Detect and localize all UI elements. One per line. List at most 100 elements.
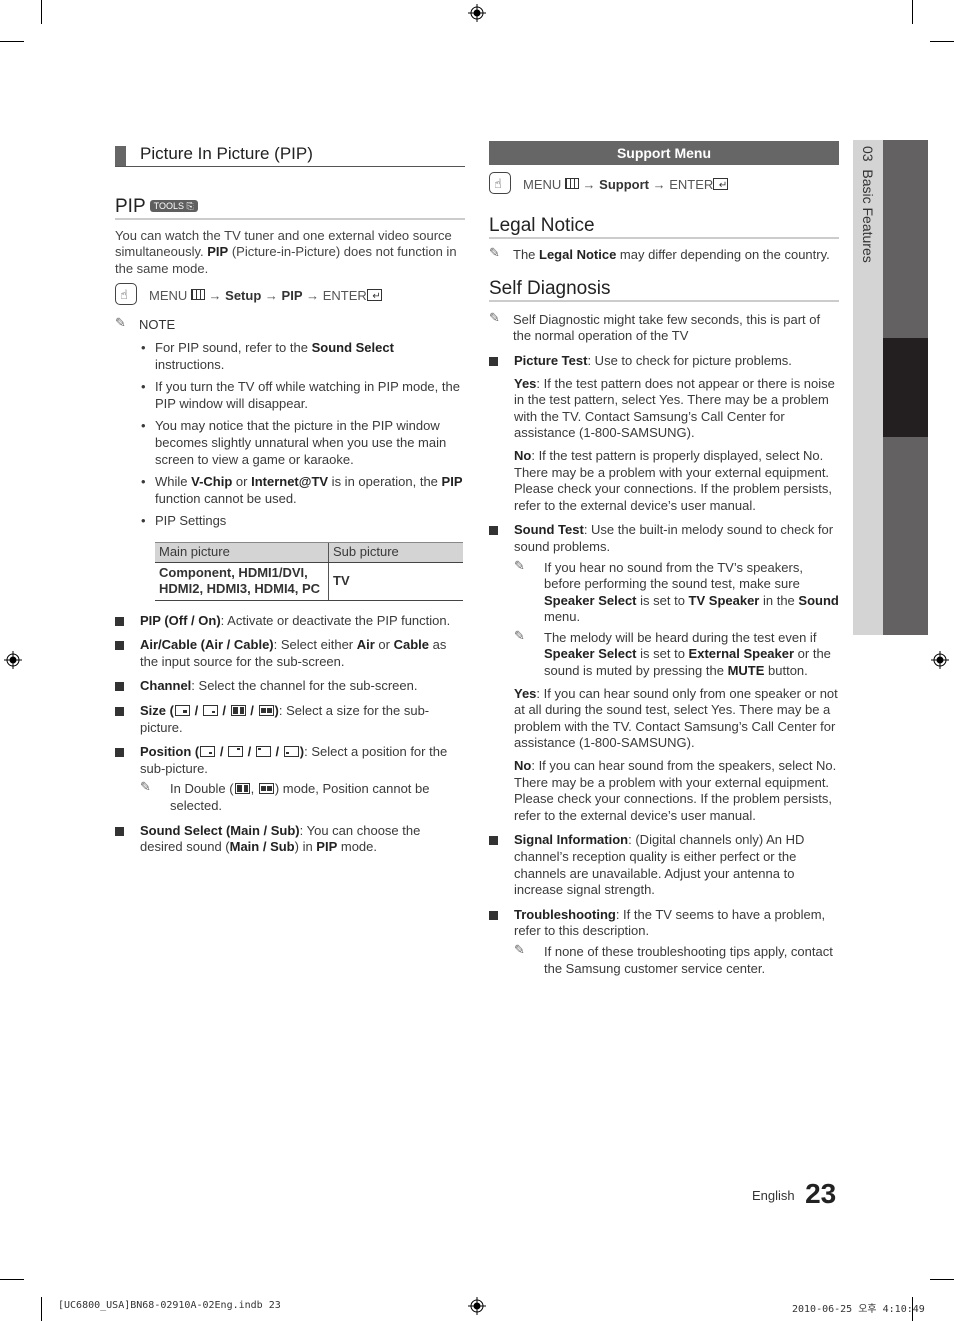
tools-badge: TOOLS ⎘ [149,200,198,212]
menu-step-support: Support [599,177,649,192]
note-heading: ✎ NOTE [115,316,465,334]
square-bullet-icon [115,707,124,717]
bold-term: External Speaker [688,646,795,662]
pos-bottom-right-icon [200,746,216,758]
arrow: → [208,288,222,304]
note-bullet-item: • If you turn the TV off while watching i… [141,379,460,411]
square-bullet-icon [489,526,498,536]
bold-term: TV Speaker [688,592,760,608]
bullet-dot: • [141,339,146,355]
print-timestamp: 2010-06-25 오후 4:10:49 [792,1304,925,1315]
bold-term: MUTE [727,663,765,679]
bold-term: Air/Cable (Air / Cable) [140,637,274,653]
bold-term: Main / Sub [229,839,295,855]
pip-settings-table: Main picture Sub picture Component, HDMI… [155,541,463,601]
table-cell: TV [328,562,463,601]
note-pencil-icon: ✎ [514,558,525,574]
registration-mark-icon [931,651,949,669]
bold-term: Legal Notice [539,246,617,262]
bold-term: Sound Select (Main / Sub) [140,822,300,838]
arrow: → [264,288,278,304]
option-note: ✎ In Double (, ) mode, Position cannot be… [140,780,430,814]
language-label: English [752,1188,795,1203]
menu-hand-icon [115,283,137,307]
square-bullet-icon [115,682,124,692]
page-number: 23 [805,1178,837,1209]
enter-icon [713,175,729,197]
self-diagnosis-note: ✎ Self Diagnostic might take few seconds… [489,311,839,345]
bold-term: Signal Information [514,832,629,848]
bold-term: Size ( [140,703,174,719]
self-note-text: Self Diagnostic might take few seconds, … [513,311,821,344]
menu-icon [564,178,579,189]
left-column: Picture In Picture (PIP) PIP TOOLS ⎘ You … [115,142,465,856]
section-marker [115,146,126,166]
chapter-tab-block [883,437,928,635]
option-item: Sound Test: Use the built-in melody soun… [489,522,839,555]
pip-heading: PIP TOOLS ⎘ [115,197,465,220]
bold-term: Sound Test [514,522,584,538]
option-detail: Yes: If the test pattern does not appear… [514,375,835,441]
chapter-label: 03 Basic Features [860,146,876,263]
bold-term: Speaker Select [544,646,637,662]
tools-label: TOOLS [153,201,184,211]
bold-term: ) [274,703,279,719]
table-header: Main picture [155,541,329,563]
bold-term: Channel [140,678,192,694]
menu-label: MENU [149,288,188,304]
menu-path: MENU → Setup → PIP → ENTER [115,283,465,308]
option-item: Air/Cable (Air / Cable): Select either A… [115,637,465,670]
note-bullet-item: • PIP Settings [141,513,227,529]
note-pencil-icon: ✎ [140,780,151,796]
menu-step-pip: PIP [281,288,303,304]
bold-term: / [190,703,202,719]
arrow: → [582,177,596,192]
bold-term: / [271,744,283,760]
self-diagnosis-list: Picture Test: Use to check for picture p… [489,353,839,977]
registration-mark-icon [468,1297,486,1315]
note-label: NOTE [139,317,176,333]
crop-mark [930,1279,954,1280]
note-list: • For PIP sound, refer to the Sound Selec… [115,340,465,530]
section-title: Picture In Picture (PIP) [115,142,465,167]
option-item: PIP (Off / On): Activate or deactivate t… [115,613,465,630]
bold-term: / [216,744,228,760]
option-item: Picture Test: Use to check for picture p… [489,353,839,370]
bold-term: Internet@TV [251,474,329,490]
option-item: Position ( / / / ): Select a position fo… [115,744,465,777]
pos-top-left-icon [255,746,271,758]
bold-term: No [514,758,532,774]
self-diagnosis-heading: Self Diagnosis [489,279,839,302]
bold-term: Picture Test [514,352,588,368]
option-detail: No: If you can hear sound from the speak… [514,758,837,823]
bold-term: / [246,703,258,719]
crop-mark [930,41,954,42]
crop-mark [41,0,42,24]
bold-term: Speaker Select [544,592,637,608]
bold-term: PIP [316,839,338,855]
bold-term: Cable [393,637,430,653]
pip-options-list: PIP (Off / On): Activate or deactivate t… [115,613,465,856]
square-bullet-icon [115,616,124,626]
bold-term: ) [299,744,305,760]
table-row: Component, HDMI1/DVI, HDMI2, HDMI3, HDMI… [155,562,463,601]
table-header: Sub picture [328,541,463,563]
option-item: Signal Information: (Digital channels on… [489,832,839,898]
option-item: Channel: Select the channel for the sub-… [115,678,465,695]
menu-label: MENU [523,177,562,192]
menu-hand-icon [489,172,511,196]
support-menu-bar: Support Menu [489,141,839,165]
bold-term: Sound Select [311,339,394,355]
option-detail: Yes: If you can hear sound only from one… [514,685,838,751]
bold-term: No [514,447,532,463]
bold-term: Air [356,637,375,653]
option-note: ✎ If none of these troubleshooting tips a… [514,942,833,976]
enter-label: ENTER [669,177,714,192]
bold-term: Yes [514,375,537,391]
bold-term: / [244,744,255,760]
bold-term: / [218,703,230,719]
bold-term: Troubleshooting [514,906,616,922]
double-horizontal-icon [258,705,274,717]
bold-term: Position ( [140,744,200,760]
arrow: → [652,177,666,192]
